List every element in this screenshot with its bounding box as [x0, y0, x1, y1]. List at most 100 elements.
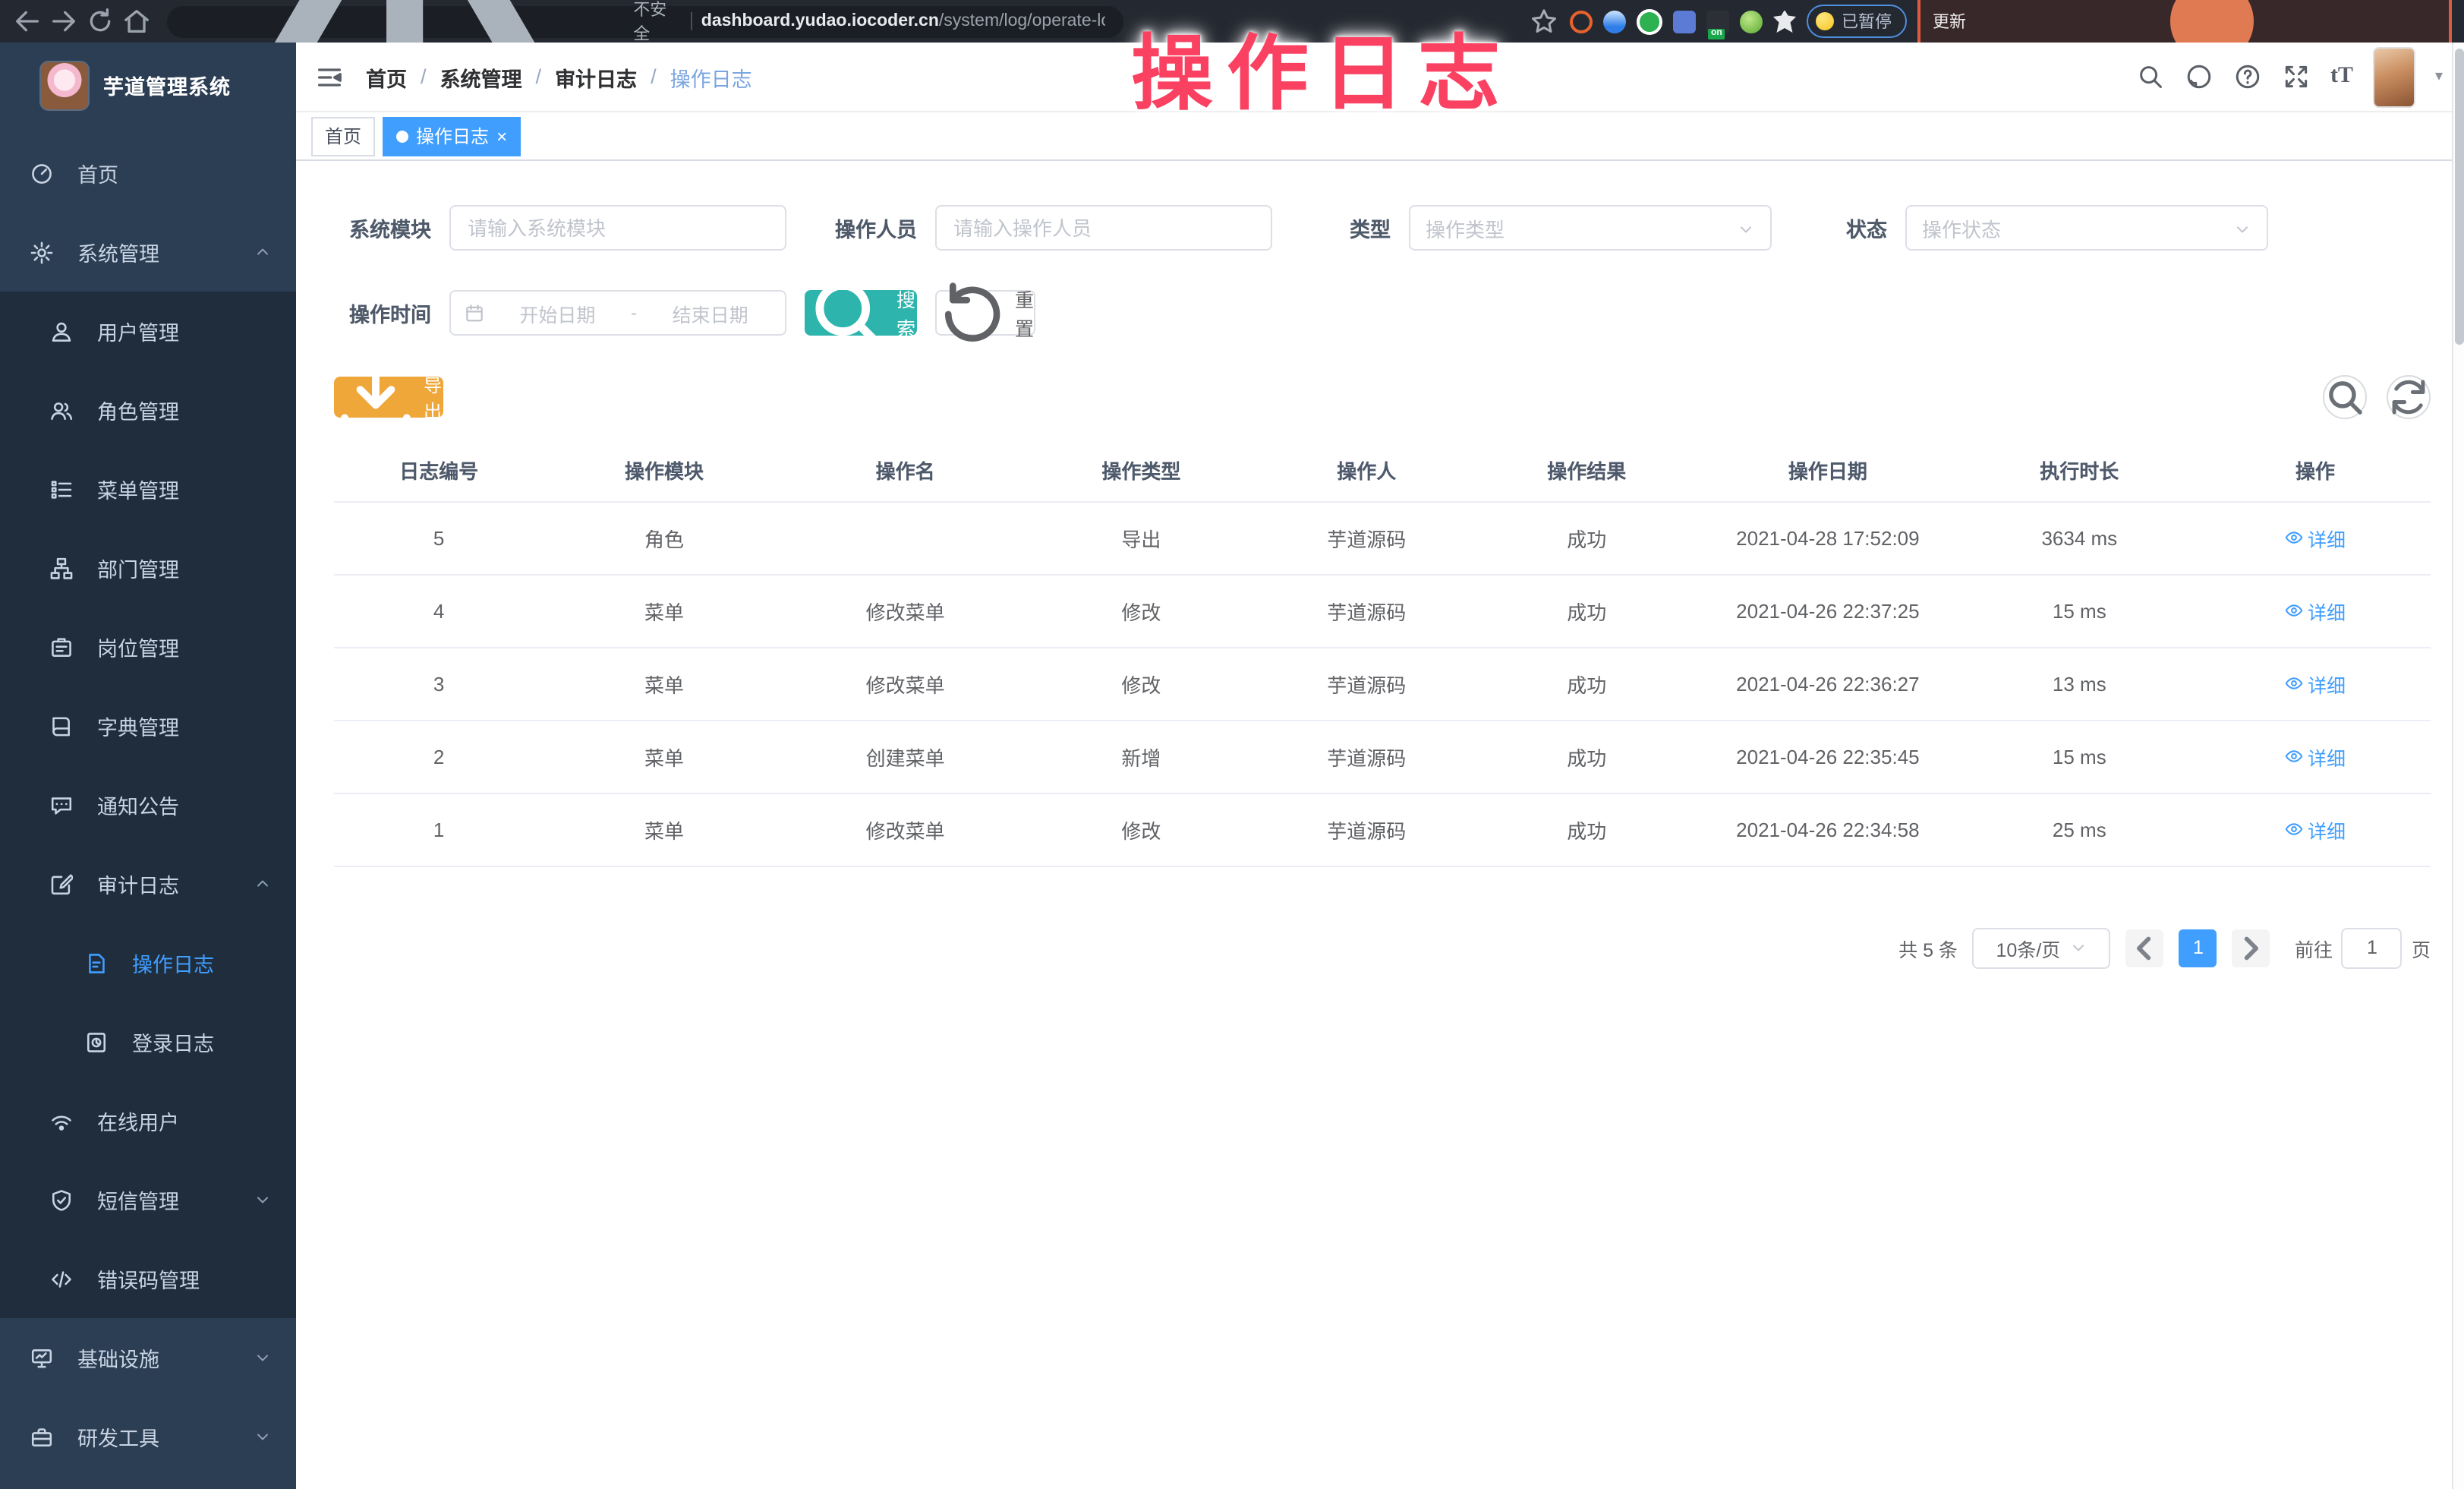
page-1-button[interactable]: 1 — [2179, 929, 2217, 967]
sidebar-item-错误码管理[interactable]: 错误码管理 — [0, 1239, 296, 1318]
table-cell: 15 ms — [1959, 574, 2201, 647]
breadcrumb-item[interactable]: 审计日志 — [555, 62, 637, 92]
refresh-table-button[interactable] — [2387, 375, 2431, 419]
detail-link[interactable]: 详细 — [2285, 596, 2346, 625]
table-cell: 创建菜单 — [785, 720, 1026, 793]
sidebar-item-部门管理[interactable]: 部门管理 — [0, 528, 296, 607]
page-size-select[interactable]: 10条/页 — [1973, 927, 2111, 968]
sidebar-item-基础设施[interactable]: 基础设施 — [0, 1318, 296, 1397]
toggle-search-button[interactable] — [2323, 375, 2367, 419]
extension-icon[interactable] — [1570, 10, 1593, 33]
extension-icon[interactable] — [1773, 10, 1796, 33]
detail-link[interactable]: 详细 — [2285, 742, 2346, 771]
breadcrumb-item[interactable]: 首页 — [366, 62, 407, 92]
caret-down-icon[interactable]: ▾ — [2435, 68, 2443, 85]
extension-icon[interactable]: on — [1706, 10, 1729, 33]
sidebar-item-通知公告[interactable]: 通知公告 — [0, 765, 296, 844]
sidebar-item-角色管理[interactable]: 角色管理 — [0, 371, 296, 450]
table-header-row: 日志编号操作模块操作名操作类型操作人操作结果操作日期执行时长操作 — [334, 440, 2431, 501]
reset-button[interactable]: 重置 — [935, 290, 1035, 336]
next-page-button[interactable] — [2232, 929, 2270, 967]
extension-icon[interactable] — [1603, 10, 1626, 33]
sidebar-item-短信管理[interactable]: 短信管理 — [0, 1160, 296, 1239]
avatar[interactable] — [2373, 46, 2415, 107]
table-cell: 修改菜单 — [785, 793, 1026, 866]
sidebar-item-首页[interactable]: 首页 — [0, 134, 296, 213]
sidebar-item-系统管理[interactable]: 系统管理 — [0, 213, 296, 292]
sidebar-item-菜单管理[interactable]: 菜单管理 — [0, 450, 296, 528]
bookmark-star-icon[interactable] — [1529, 6, 1559, 36]
breadcrumb: 首页/系统管理/审计日志/操作日志 — [366, 62, 752, 92]
table-cell: 菜单 — [544, 720, 785, 793]
type-select[interactable]: 操作类型 — [1409, 205, 1772, 251]
scrollbar-thumb[interactable] — [2455, 49, 2464, 345]
column-header: 操作结果 — [1476, 440, 1697, 501]
extension-on-badge: on — [1708, 28, 1725, 39]
search-small-icon — [806, 272, 889, 355]
home-icon[interactable] — [121, 6, 152, 36]
tab-首页[interactable]: 首页 — [311, 116, 375, 156]
table-cell: 3 — [334, 647, 544, 720]
detail-link[interactable]: 详细 — [2285, 815, 2346, 844]
goto-page-input[interactable] — [2342, 927, 2403, 968]
sidebar-item-研发工具[interactable]: 研发工具 — [0, 1397, 296, 1476]
fullscreen-icon[interactable] — [2282, 62, 2311, 91]
module-input[interactable] — [449, 205, 786, 251]
date-range-picker[interactable]: 开始日期 - 结束日期 — [449, 290, 786, 336]
operator-input[interactable] — [935, 205, 1272, 251]
emoji-icon — [1816, 12, 1834, 30]
detail-link[interactable]: 详细 — [2285, 669, 2346, 698]
extension-icon[interactable] — [1673, 10, 1696, 33]
chevron-down-icon — [1737, 219, 1755, 237]
breadcrumb-item[interactable]: 系统管理 — [440, 62, 522, 92]
address-bar[interactable]: 不安全 dashboard.yudao.iocoder.cn/system/lo… — [167, 5, 1123, 37]
end-date-placeholder: 结束日期 — [649, 298, 771, 327]
prev-page-button[interactable] — [2126, 929, 2164, 967]
user-icon — [50, 320, 73, 342]
export-button[interactable]: 导出 — [334, 377, 443, 418]
table-cell: 菜单 — [544, 574, 785, 647]
paused-extension-pill[interactable]: 已暂停 — [1807, 5, 1907, 38]
detail-link[interactable]: 详细 — [2285, 523, 2346, 552]
table-cell: 13 ms — [1959, 647, 2201, 720]
back-icon[interactable] — [12, 6, 43, 36]
extension-icon[interactable] — [1740, 10, 1763, 33]
column-header: 日志编号 — [334, 440, 544, 501]
table-cell: 2021-04-28 17:52:09 — [1697, 501, 1958, 574]
table-cell-actions: 详细 — [2200, 647, 2431, 720]
sidebar-item-在线用户[interactable]: 在线用户 — [0, 1081, 296, 1160]
table-cell-actions: 详细 — [2200, 720, 2431, 793]
sidebar-item-字典管理[interactable]: 字典管理 — [0, 686, 296, 765]
app-logo-row[interactable]: 芋道管理系统 — [0, 43, 296, 128]
search-icon[interactable] — [2136, 62, 2165, 91]
font-size-icon[interactable]: tT — [2330, 64, 2353, 90]
close-icon[interactable]: × — [496, 127, 507, 145]
operator-label: 操作人员 — [820, 213, 917, 243]
help-icon[interactable] — [2233, 62, 2262, 91]
gear-icon — [30, 241, 53, 263]
sidebar-item-登录日志[interactable]: 登录日志 — [0, 1002, 296, 1081]
github-icon[interactable] — [2185, 62, 2214, 91]
search-button[interactable]: 搜索 — [805, 290, 917, 336]
tab-操作日志[interactable]: 操作日志 × — [383, 116, 521, 156]
hamburger-icon[interactable] — [314, 62, 345, 92]
sidebar-item-操作日志[interactable]: 操作日志 — [0, 923, 296, 1002]
status-select[interactable]: 操作状态 — [1905, 205, 2268, 251]
sidebar-item-审计日志[interactable]: 审计日志 — [0, 844, 296, 923]
table-row: 3菜单修改菜单修改芋道源码成功2021-04-26 22:36:2713 ms详… — [334, 647, 2431, 720]
sidebar-item-用户管理[interactable]: 用户管理 — [0, 292, 296, 371]
chevron-left-icon — [2126, 929, 2164, 967]
update-button[interactable]: 更新 — [1924, 6, 1975, 36]
users-icon — [50, 399, 73, 421]
goto-page: 前往 页 — [2295, 927, 2431, 968]
status-label: 状态 — [1832, 213, 1887, 243]
module-label: 系统模块 — [334, 213, 431, 243]
extension-icon[interactable] — [1637, 8, 1662, 34]
chevron-up-icon — [254, 243, 272, 261]
forward-icon[interactable] — [49, 6, 79, 36]
table-cell: 新增 — [1026, 720, 1256, 793]
sidebar-item-岗位管理[interactable]: 岗位管理 — [0, 607, 296, 686]
page-scrollbar[interactable] — [2452, 43, 2464, 1489]
table-cell: 2 — [334, 720, 544, 793]
reload-icon[interactable] — [85, 6, 115, 36]
